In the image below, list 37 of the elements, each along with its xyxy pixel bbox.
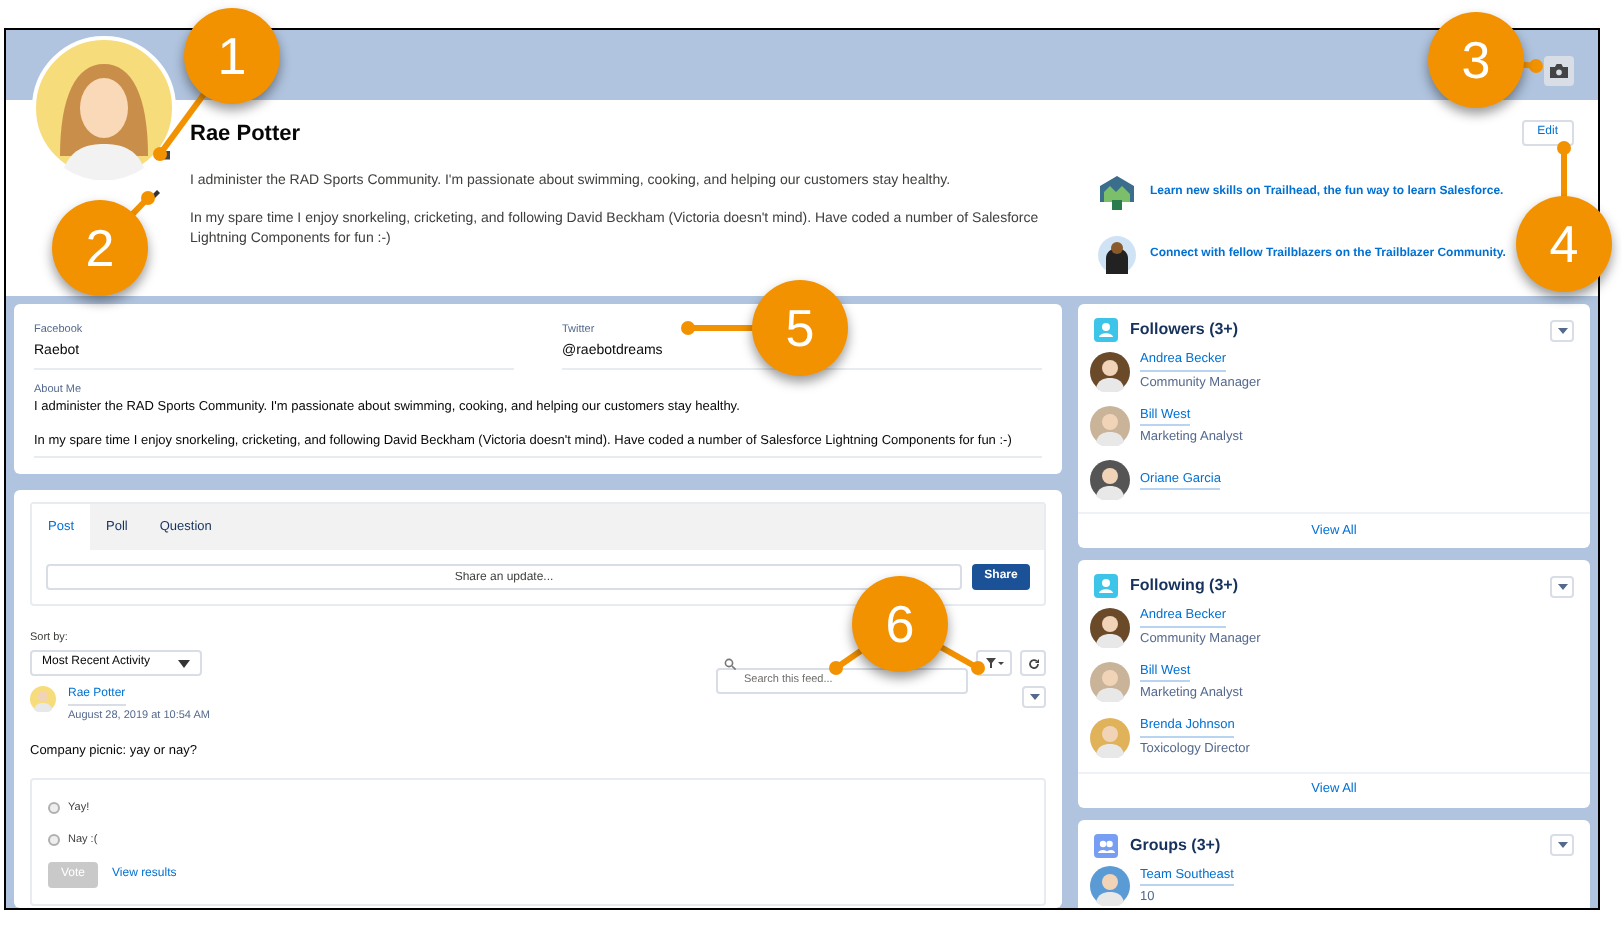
avatar (1090, 717, 1130, 758)
group-icon (1094, 833, 1118, 857)
mascot-icon (1098, 236, 1136, 274)
avatar (1090, 406, 1130, 447)
camera-icon (1550, 64, 1568, 78)
search-icon (724, 657, 736, 670)
caret-icon (1029, 694, 1039, 701)
profile-name: Rae Potter (190, 120, 303, 150)
leader-line (938, 644, 985, 675)
avatar (1090, 460, 1130, 500)
leader-line (829, 647, 864, 675)
dropdown-button[interactable] (1550, 834, 1574, 856)
card-title: Followers (3+) (1130, 318, 1239, 342)
avatar (1090, 662, 1130, 703)
avatar (1090, 607, 1130, 648)
caret-icon (178, 659, 190, 668)
badge-icon (1098, 174, 1136, 212)
caret-icon (1557, 583, 1567, 589)
person-icon (1094, 574, 1118, 598)
caret-icon (1557, 842, 1567, 848)
avatar (30, 686, 56, 713)
leader-line (129, 191, 155, 217)
avatar (1090, 866, 1130, 907)
dropdown-button[interactable] (1550, 319, 1574, 341)
person-icon (1094, 318, 1118, 342)
leader-line (681, 321, 754, 335)
dropdown-button[interactable] (1022, 686, 1046, 709)
card-title: Following (3+) (1130, 574, 1238, 598)
refresh-icon (1027, 657, 1039, 670)
camera-button[interactable] (1544, 56, 1574, 86)
dropdown-button[interactable] (1550, 575, 1574, 597)
leader-line (1557, 141, 1571, 198)
filter-icon (985, 658, 1003, 669)
card-title: Groups (3+) (1130, 833, 1221, 857)
refresh-button[interactable] (1020, 650, 1046, 677)
caret-icon (1557, 327, 1567, 333)
avatar (1090, 351, 1130, 392)
